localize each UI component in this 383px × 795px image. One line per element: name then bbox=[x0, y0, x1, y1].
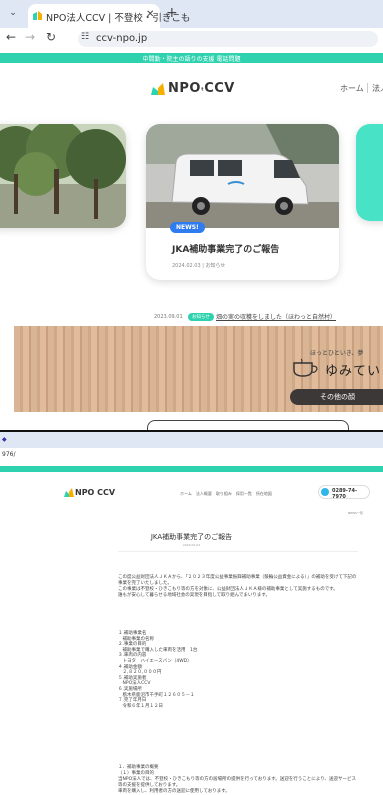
article-intro: この度公益財団法人ＪＫＡから、「２０２３年度公益事業振興補助事業（競輪公益資金に… bbox=[118, 575, 357, 598]
yumitei-name: ゆみてい bbox=[325, 364, 382, 379]
url-text-2[interactable]: 976/ bbox=[2, 451, 15, 458]
tab-close-icon[interactable]: ✕ bbox=[146, 9, 154, 20]
trees-photo bbox=[0, 124, 126, 228]
article-header-line bbox=[118, 551, 358, 552]
news-date: 2024.02.03 | お知らせ bbox=[172, 263, 226, 269]
van-photo bbox=[146, 124, 339, 228]
article-outro: １．補助事業の概要 （１）事業の目的 当NPO法人では、不登校・ひきこもり等の方… bbox=[118, 765, 357, 794]
new-tab-button[interactable]: + bbox=[166, 5, 178, 21]
phone-button[interactable]: 0289-74-7970 bbox=[318, 485, 370, 500]
yumitei-more-button[interactable]: その他の顔 bbox=[290, 389, 383, 405]
reload-icon[interactable]: ↻ bbox=[46, 30, 56, 44]
article-details: １.補助事業名 補助事業の名称 ２.事業の目的 補助事業で購入した車両を活用 1… bbox=[118, 631, 198, 709]
browser-tab[interactable]: NPO法人CCV | 不登校・引きこも ✕ bbox=[28, 4, 190, 28]
slide-prev-card[interactable] bbox=[0, 124, 126, 228]
news-featured-card[interactable]: NEWS! JKA補助事業完了のご報告 2024.02.03 | お知らせ bbox=[146, 124, 339, 280]
site-logo-2[interactable]: NPO CCV bbox=[75, 488, 115, 497]
tab-bar-2 bbox=[0, 432, 383, 448]
slide-next-card[interactable] bbox=[356, 124, 383, 221]
tab-marker-2: ◆ bbox=[2, 436, 7, 443]
nav-home[interactable]: ホーム bbox=[340, 83, 364, 94]
nav-2[interactable]: ホーム 法人概要 取り組み 採用一覧 所在地図 bbox=[180, 491, 272, 497]
article-title: JKA補助事業完了のご報告 bbox=[150, 533, 233, 541]
top-notice-bar-2 bbox=[0, 466, 383, 472]
tab-list-chevron-icon[interactable]: ⌄ bbox=[6, 8, 20, 22]
nav-divider bbox=[367, 83, 368, 93]
news-title[interactable]: JKA補助事業完了のご報告 bbox=[172, 242, 279, 255]
logo-ccv: CCV bbox=[204, 81, 235, 96]
top-notice-text: 中間勤・院主の語りの支援 電話問題 bbox=[142, 56, 241, 63]
phone-icon bbox=[321, 488, 329, 496]
cup-icon bbox=[293, 358, 318, 377]
phone-number: 0289-74-7970 bbox=[332, 488, 358, 500]
news-list-badge: お知らせ bbox=[188, 313, 214, 321]
logo-npo: NPO bbox=[168, 81, 201, 96]
site-favicon-icon bbox=[33, 11, 42, 20]
address-row-2 bbox=[0, 448, 383, 464]
news-index-link[interactable]: NEWS一覧 bbox=[348, 511, 363, 515]
url-text[interactable]: ccv-npo.jp bbox=[96, 33, 147, 44]
yumitei-catch: ほっとひといき、夢 bbox=[310, 350, 364, 357]
logo-leaf-icon-2 bbox=[64, 488, 74, 497]
news-list-date: 2023.09.01 bbox=[154, 314, 183, 320]
nav-next[interactable]: 法人 bbox=[372, 83, 383, 94]
back-arrow-icon[interactable]: ← bbox=[6, 30, 16, 44]
forward-arrow-icon[interactable]: → bbox=[25, 30, 35, 44]
article-date: 2024.02.03 bbox=[182, 543, 201, 547]
logo-leaf-icon bbox=[151, 83, 165, 95]
site-logo[interactable]: NPOₜCCV bbox=[168, 81, 235, 96]
news-list-link[interactable]: 畑の実の収穫をしました（ほわっと自然村） bbox=[216, 312, 336, 321]
news-badge: NEWS! bbox=[170, 222, 205, 233]
site-info-icon[interactable]: ☷ bbox=[81, 32, 89, 42]
